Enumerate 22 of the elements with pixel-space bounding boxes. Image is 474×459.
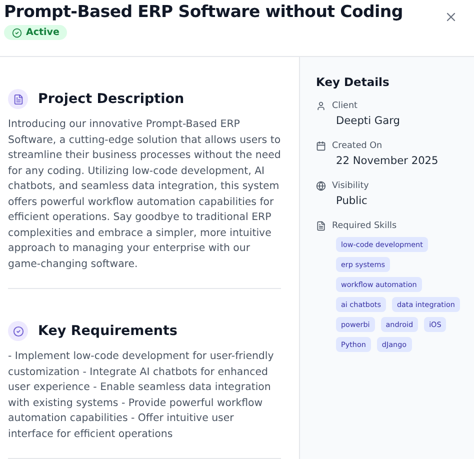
detail-label: Created On (332, 141, 382, 151)
detail-value: Deepti Garg (336, 115, 401, 127)
document-icon (316, 221, 326, 231)
section-text: Introducing our innovative Prompt-Based ERP Software, a cutting-edge solution that allows users to streamline their business processes without the need for any coding. Utilizing low-code development, AI chatbots, and seamless data integration, this system offers powerful workflow automation capabilities for efficient operations. Say goodbye to traditional ERP complexities and embrace a simpler, more intuitive approach to managing your enterprise with our game-changing software. (8, 118, 281, 272)
detail-value: Public (336, 195, 368, 207)
check-icon (8, 321, 28, 341)
calendar-icon (316, 141, 326, 151)
section-heading: Key Requirements (38, 323, 178, 339)
detail-label: Visibility (332, 181, 369, 191)
document-icon (8, 89, 28, 109)
status-label: Active (26, 27, 60, 38)
detail-label: Required Skills (332, 221, 397, 231)
panel-heading: Key Details (316, 75, 390, 89)
section-text: - Implement low-code development for user-friendly customization - Integrate AI chatbots for enhanced user experience - Enable seamless data integration with existing systems - Provide powerful workflow automation capabilities - Offer intuitive user interface for efficient operations (8, 350, 275, 442)
close-icon (444, 10, 458, 24)
page-title: Prompt-Based ERP Software without Coding (4, 2, 403, 21)
detail-label: Client (332, 101, 358, 111)
globe-icon (316, 181, 326, 191)
section-heading: Project Description (38, 91, 184, 107)
person-icon (316, 101, 326, 111)
check-icon (12, 28, 22, 38)
detail-value: 22 November 2025 (336, 155, 440, 167)
